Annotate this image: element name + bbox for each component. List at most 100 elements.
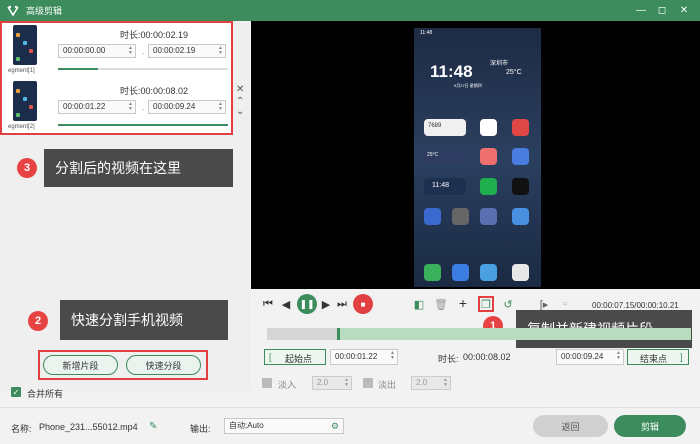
- segment-start-field[interactable]: 00:00:00.00 ▲ ▼: [58, 44, 136, 58]
- copy-new-segment-icon[interactable]: ❐: [478, 296, 494, 312]
- end-point-button[interactable]: 结束点 ]: [627, 349, 689, 365]
- window-title: 高级剪辑: [26, 6, 63, 16]
- app-icon: [512, 148, 529, 165]
- segment-duration: 时长:00:00:02.19: [120, 30, 189, 40]
- date-text: 9月27日 星期四: [454, 83, 482, 88]
- spinner-icon[interactable]: ▲ ▼: [128, 102, 133, 112]
- fade-out-label: 淡出: [378, 380, 397, 390]
- fade-out-checkbox[interactable]: [363, 378, 373, 388]
- range-duration-value: 00:00:08.02: [463, 352, 511, 362]
- segment-item[interactable]: egment[2] 时长:00:00:08.02 00:00:01.22 ▲ ▼ -…: [2, 79, 231, 131]
- output-select[interactable]: 自动;Auto ⚙: [224, 418, 344, 434]
- fade-in-label: 淡入: [278, 380, 297, 390]
- segment-label: egment[1]: [8, 68, 35, 74]
- spinner-icon[interactable]: ▲ ▼: [616, 351, 621, 361]
- segment-item[interactable]: egment[1] 时长:00:00:02.19 00:00:00.00 ▲ ▼ -…: [2, 23, 231, 75]
- segment-end-field[interactable]: 00:00:02.19 ▲ ▼: [148, 44, 226, 58]
- segment-label: egment[2]: [8, 124, 35, 130]
- spinner-icon[interactable]: ▲ ▼: [128, 46, 133, 56]
- segment-list: egment[1] 时长:00:00:02.19 00:00:00.00 ▲ ▼ -…: [0, 21, 233, 135]
- segment-start-field[interactable]: 00:00:01.22 ▲ ▼: [58, 100, 136, 114]
- spinner-icon[interactable]: ▲ ▼: [218, 46, 223, 56]
- spinner-icon[interactable]: ▲ ▼: [390, 351, 395, 361]
- app-icon: [452, 208, 469, 225]
- back-button[interactable]: 返回: [533, 415, 608, 437]
- edit-name-icon[interactable]: ✎: [149, 421, 157, 432]
- split-icon[interactable]: ◧: [412, 297, 426, 311]
- fade-in-checkbox[interactable]: [262, 378, 272, 388]
- weather-temp: 25°C: [506, 69, 522, 76]
- reset-icon[interactable]: ↺: [501, 297, 515, 311]
- output-label: 输出:: [190, 424, 211, 434]
- range-duration-label: 时长:: [438, 354, 459, 364]
- phone-screen-frame: 11:48 11:48 深圳市 25°C 9月27日 星期四 7689 25°C…: [414, 28, 541, 287]
- app-icon: [424, 208, 441, 225]
- app-icon: [512, 178, 529, 195]
- segment-progress: [58, 68, 228, 70]
- annotation-tooltip-2: 快速分割手机视频: [60, 300, 228, 340]
- spinner-icon[interactable]: ▲ ▼: [344, 378, 349, 388]
- widget-number: 7689: [428, 123, 442, 129]
- app-logo-icon: [6, 4, 20, 18]
- file-name: Phone_231...55012.mp4: [39, 422, 138, 432]
- app-icon: [480, 119, 497, 136]
- delete-icon[interactable]: 🗑: [434, 297, 448, 311]
- messages-app-icon: [480, 264, 497, 281]
- mark-out-icon[interactable]: ▫: [558, 297, 572, 311]
- chevron-down-icon[interactable]: ⌄: [236, 106, 244, 117]
- contacts-app-icon: [452, 264, 469, 281]
- merge-all-checkbox[interactable]: ✓: [11, 387, 21, 397]
- app-icon: [480, 178, 497, 195]
- start-point-button[interactable]: [ 起始点: [264, 349, 326, 365]
- annotation-badge-3: 3: [17, 158, 37, 178]
- status-time: 11:48: [420, 30, 433, 36]
- app-icon: [480, 208, 497, 225]
- quick-split-button[interactable]: 快速分段: [126, 355, 201, 375]
- stop-button[interactable]: ■: [353, 294, 373, 314]
- close-window-icon[interactable]: ✕: [673, 0, 695, 21]
- footer-bar: 名称: Phone_231...55012.mp4 ✎ 输出: 自动;Auto …: [0, 407, 700, 444]
- segment-progress: [58, 124, 228, 126]
- spinner-icon[interactable]: ▲ ▼: [443, 378, 448, 388]
- video-preview[interactable]: 11:48 11:48 深圳市 25°C 9月27日 星期四 7689 25°C…: [251, 21, 700, 289]
- app-icon: [480, 148, 497, 165]
- playback-time: 00:00:07.15/00:00:10.21: [592, 301, 679, 310]
- name-label: 名称:: [11, 424, 32, 434]
- app-icon: [512, 208, 529, 225]
- range-dash: -: [142, 105, 145, 114]
- mark-in-icon[interactable]: [▸: [537, 297, 551, 311]
- title-bar: 高级剪辑 — ◻ ✕: [0, 0, 700, 21]
- segment-thumbnail: [13, 25, 37, 65]
- new-segment-button[interactable]: 新增片段: [43, 355, 118, 375]
- start-time-field[interactable]: 00:00:01.22 ▲ ▼: [330, 349, 398, 365]
- fade-in-field[interactable]: 2.0 ▲ ▼: [312, 376, 352, 390]
- skip-end-icon[interactable]: ⏭: [336, 298, 348, 310]
- fade-out-field[interactable]: 2.0 ▲ ▼: [411, 376, 451, 390]
- skip-start-icon[interactable]: ⏮: [262, 298, 274, 310]
- gear-icon[interactable]: ⚙: [331, 419, 339, 433]
- timeline-selection[interactable]: [337, 328, 691, 340]
- minimize-icon[interactable]: —: [630, 0, 652, 21]
- timeline-track[interactable]: [267, 328, 691, 340]
- step-back-icon[interactable]: ◀: [280, 298, 292, 311]
- segment-end-field[interactable]: 00:00:09.24 ▲ ▼: [148, 100, 226, 114]
- widget-clock: 11:48: [432, 182, 449, 189]
- add-icon[interactable]: +: [456, 295, 470, 311]
- segment-thumbnail: [13, 81, 37, 121]
- bracket-left-icon: [: [269, 352, 272, 362]
- spinner-icon[interactable]: ▲ ▼: [218, 102, 223, 112]
- annotation-tooltip-3: 分割后的视频在这里: [44, 149, 233, 187]
- annotation-badge-2: 2: [28, 311, 48, 331]
- segment-duration: 时长:00:00:08.02: [120, 86, 189, 96]
- merge-all-label: 合并所有: [27, 389, 64, 399]
- camera-app-icon: [512, 264, 529, 281]
- edit-button[interactable]: 剪辑: [614, 415, 686, 437]
- lockscreen-clock: 11:48: [430, 62, 473, 81]
- end-time-field[interactable]: 00:00:09.24 ▲ ▼: [556, 349, 624, 365]
- weather-temp-widget: 25°C: [427, 152, 439, 158]
- maximize-icon[interactable]: ◻: [651, 0, 673, 21]
- pause-button[interactable]: ❚❚: [297, 294, 317, 314]
- step-forward-icon[interactable]: ▶: [320, 298, 332, 311]
- bracket-right-icon: ]: [680, 352, 683, 362]
- close-segment-icon[interactable]: ✕: [236, 84, 244, 95]
